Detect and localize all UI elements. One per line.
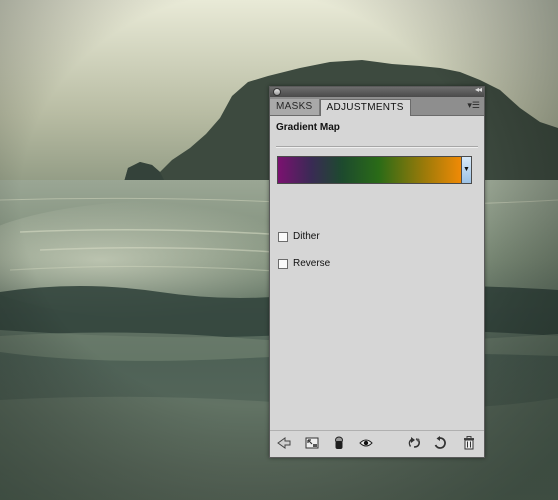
panel-bottom-toolbar	[270, 430, 484, 457]
gradient-dropdown-button[interactable]: ▼	[461, 157, 471, 183]
reset-icon[interactable]	[432, 435, 448, 451]
panel-titlebar[interactable]: ◂◂	[270, 85, 484, 97]
adjustment-title: Gradient Map	[276, 122, 340, 133]
triangle-down-icon: ▼	[463, 166, 470, 173]
tab-masks[interactable]: MASKS	[270, 99, 320, 115]
clip-to-layer-icon[interactable]	[331, 435, 347, 451]
gradient-preview[interactable]	[278, 157, 461, 183]
panel-tab-bar: MASKS ADJUSTMENTS ▾☰	[270, 97, 484, 116]
tab-adjustments[interactable]: ADJUSTMENTS	[319, 99, 411, 116]
gradient-picker[interactable]: ▼	[277, 156, 472, 184]
adjustments-panel: ◂◂ MASKS ADJUSTMENTS ▾☰ Gradient Map ▼ D…	[269, 85, 485, 458]
dither-label: Dither	[293, 231, 320, 242]
visibility-eye-icon[interactable]	[358, 435, 374, 451]
divider	[276, 146, 478, 148]
panel-content: Gradient Map ▼ Dither Reverse	[270, 116, 484, 439]
expanded-view-icon[interactable]	[304, 435, 320, 451]
close-icon[interactable]	[273, 88, 281, 96]
back-arrow-icon[interactable]	[276, 435, 292, 451]
reverse-checkbox[interactable]	[278, 258, 288, 269]
collapse-panel-icon[interactable]: ◂◂	[475, 85, 482, 94]
dither-checkbox[interactable]	[278, 231, 288, 242]
view-previous-state-icon[interactable]	[406, 435, 422, 451]
reverse-option[interactable]: Reverse	[278, 258, 330, 269]
trash-icon[interactable]	[461, 435, 477, 451]
reverse-label: Reverse	[293, 258, 331, 269]
panel-menu-icon[interactable]: ▾☰	[467, 100, 480, 111]
dither-option[interactable]: Dither	[278, 231, 320, 242]
